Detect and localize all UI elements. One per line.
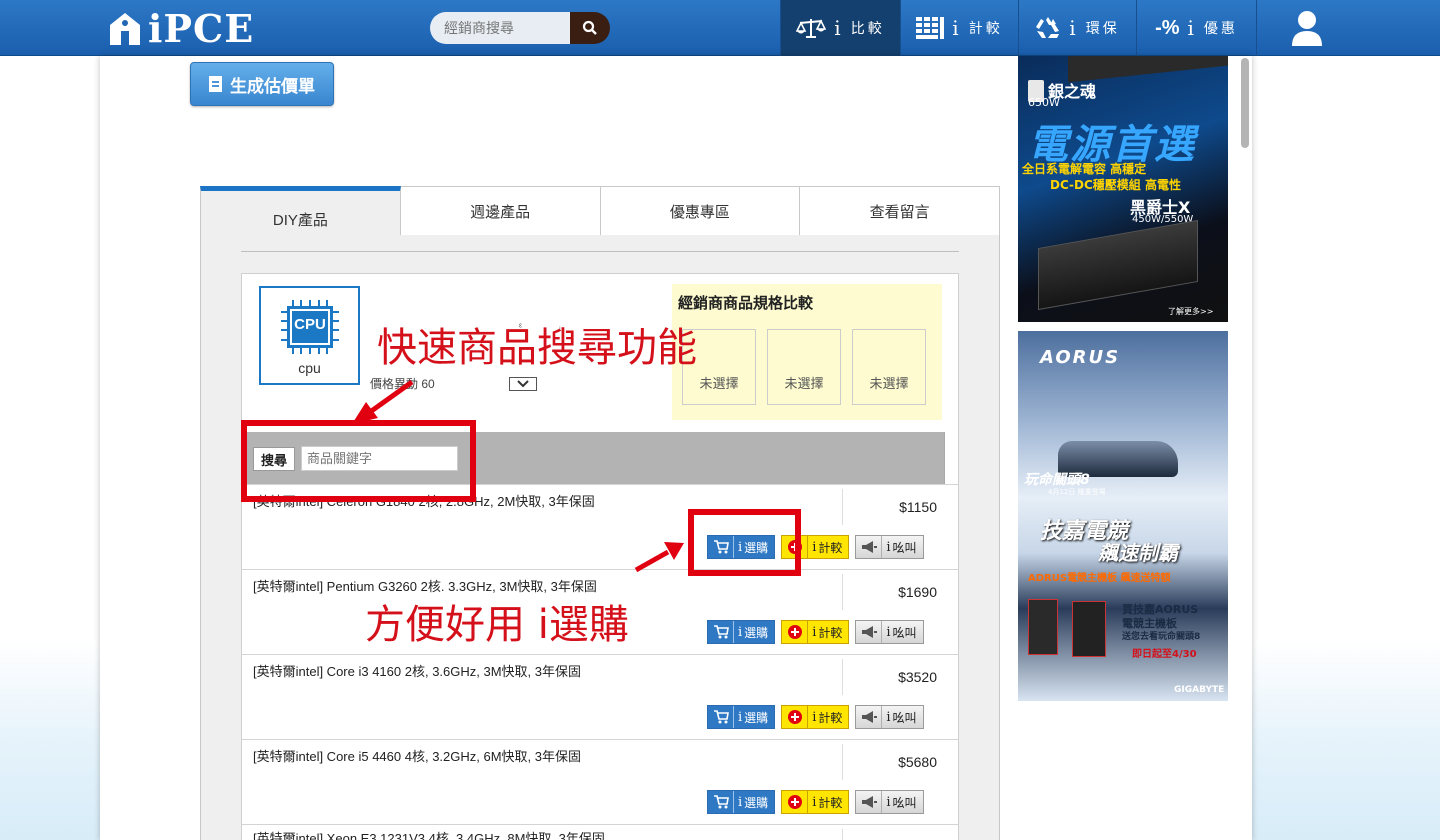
buy-button[interactable]: i 選購 [707, 705, 776, 729]
annotation-highlight-search [241, 420, 476, 502]
product-row: [英特爾intel] Core i3 4160 2核, 3.6GHz, 3M快取… [242, 654, 958, 739]
shout-button[interactable]: i 吆叫 [855, 620, 924, 644]
keyword-search-bar-edge [944, 432, 958, 484]
cart-icon [708, 621, 734, 643]
divider [842, 489, 843, 525]
dealer-search-button[interactable] [570, 12, 610, 44]
compare-button[interactable]: i 計較 [781, 790, 850, 814]
psu-product-image [1038, 219, 1198, 311]
product-row: [英特爾intel] Xeon E3 1231V3 4核, 3.4GHz, 8M… [242, 824, 958, 840]
divider [842, 829, 843, 840]
category-cpu[interactable]: CPU cpu [259, 286, 360, 385]
annotation-highlight-buy [688, 509, 801, 576]
product-price: $3520 [898, 669, 937, 685]
compare-slot-3[interactable]: 未選擇 [852, 329, 926, 405]
product-name[interactable]: [英特爾intel] Core i5 4460 4核, 3.2GHz, 6M快取… [253, 746, 581, 765]
divider [842, 659, 843, 695]
psu-advertisement[interactable]: 銀之魂 650W 電源首選 全日系電解電容 高穩定 DC-DC穩壓模組 高電性 … [1018, 56, 1228, 322]
tab-deals[interactable]: 優惠專區 [600, 186, 801, 236]
main-nav: i 比較 i 計較 i 環保 -% i 優惠 [780, 0, 1256, 56]
user-account-button[interactable] [1256, 0, 1356, 56]
percent-icon: -% [1155, 16, 1180, 39]
chevron-down-icon [517, 380, 529, 388]
category-label: cpu [298, 360, 321, 376]
annotation-search-note: 快速商品搜尋功能 [377, 325, 697, 371]
tab-diy[interactable]: DIY產品 [200, 186, 401, 236]
nav-deals[interactable]: -% i 優惠 [1136, 0, 1256, 56]
nav-compare[interactable]: i 比較 [780, 0, 900, 56]
divider [241, 251, 959, 252]
product-row: [英特爾intel] Core i5 4460 4核, 3.2GHz, 6M快取… [242, 739, 958, 824]
product-tabs: DIY產品 週邊產品 優惠專區 查看留言 [200, 186, 1000, 236]
annotation-buy-note: 方便好用 i選購 [365, 602, 629, 648]
compare-title: 經銷商商品規格比較 [678, 295, 814, 312]
nav-calculate[interactable]: i 計較 [900, 0, 1018, 56]
calculator-icon [916, 17, 945, 39]
tab-comments[interactable]: 查看留言 [800, 186, 1000, 236]
shout-button[interactable]: i 吆叫 [855, 535, 924, 559]
shout-button[interactable]: i 吆叫 [855, 790, 924, 814]
scrollbar-thumb[interactable] [1241, 58, 1249, 148]
dealer-search [430, 12, 610, 44]
user-icon [1291, 11, 1322, 46]
cpu-chip-icon: CPU [281, 300, 339, 354]
recycle-icon [1035, 16, 1061, 40]
product-name[interactable]: [英特爾intel] Core i3 4160 2核, 3.6GHz, 3M快取… [253, 661, 581, 680]
megaphone-icon [856, 706, 883, 728]
generate-quote-button[interactable]: 生成估價單 [190, 62, 334, 106]
plus-circle-icon [782, 791, 809, 813]
divider [842, 744, 843, 780]
nav-eco[interactable]: i 環保 [1018, 0, 1136, 56]
compare-button[interactable]: i 計較 [781, 620, 850, 644]
megaphone-icon [856, 536, 883, 558]
product-actions: i 選購 i 計較 i 吆叫 [707, 620, 924, 644]
tab-peripherals[interactable]: 週邊產品 [400, 186, 601, 236]
price-change-count: 價格異動 60 [370, 377, 435, 391]
compare-button[interactable]: i 計較 [781, 705, 850, 729]
dealer-search-input[interactable] [430, 12, 570, 44]
divider [842, 574, 843, 610]
cart-icon [708, 706, 734, 728]
site-logo[interactable]: iPCE [108, 5, 255, 51]
plus-circle-icon [782, 621, 809, 643]
buy-button[interactable]: i 選購 [707, 790, 776, 814]
top-nav-bar: iPCE i 比較 i 計較 i 環保 [0, 0, 1440, 56]
product-actions: i 選購 i 計較 i 吆叫 [707, 705, 924, 729]
product-price: $1690 [898, 584, 937, 600]
document-icon [209, 76, 222, 92]
buy-button[interactable]: i 選購 [707, 620, 776, 644]
sort-dropdown[interactable] [509, 377, 537, 391]
motherboard-image [1072, 601, 1106, 657]
compare-slot-2[interactable]: 未選擇 [767, 329, 841, 405]
motherboard-image [1028, 599, 1058, 655]
cart-icon [708, 791, 734, 813]
shout-button[interactable]: i 吆叫 [855, 705, 924, 729]
scale-icon [796, 17, 827, 39]
product-price: $5680 [898, 754, 937, 770]
logo-text: iPCE [148, 5, 255, 51]
aorus-advertisement[interactable]: AORUS 玩命關頭8 4月12日 隆重登場 技嘉電競 飆速制霸 ADRUS電競… [1018, 331, 1228, 701]
search-icon [582, 20, 597, 35]
megaphone-icon [856, 791, 883, 813]
plus-circle-icon [782, 706, 809, 728]
spec-compare-panel: 經銷商商品規格比較 未選擇 未選擇 未選擇 [672, 284, 942, 420]
product-actions: i 選購 i 計較 i 吆叫 [707, 790, 924, 814]
product-price: $1150 [899, 499, 937, 515]
logo-house-icon [108, 11, 142, 45]
page-scrollbar[interactable] [1238, 56, 1252, 840]
megaphone-icon [856, 621, 883, 643]
product-name[interactable]: [英特爾intel] Xeon E3 1231V3 4核, 3.4GHz, 8M… [253, 828, 605, 840]
